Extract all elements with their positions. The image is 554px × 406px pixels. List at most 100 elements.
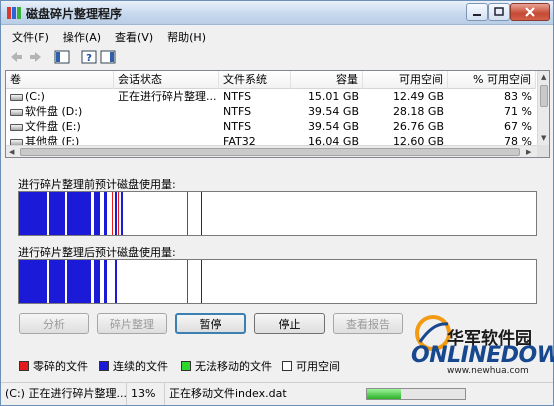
fragmented-file-stripe [112, 192, 113, 235]
volume-list[interactable]: 卷 会话状态 文件系统 容量 可用空间 % 可用空间 (C:) 正在进行碎片整理… [5, 70, 550, 158]
show-hide-console-tree-icon[interactable] [54, 49, 70, 65]
volume-session-status [114, 104, 219, 119]
contiguous-files-block [19, 260, 47, 303]
contiguous-files-block [67, 192, 91, 235]
menu-file[interactable]: 文件(F) [5, 26, 56, 46]
menu-action[interactable]: 操作(A) [56, 26, 108, 46]
defrag-app-icon [7, 7, 21, 19]
title-bar[interactable]: 磁盘碎片整理程序 [1, 1, 553, 25]
contiguous-files-block [201, 260, 202, 303]
scroll-corner [537, 145, 549, 157]
hard-drive-icon [10, 108, 23, 116]
status-volume: (C:) 正在进行碎片整理... [1, 383, 127, 405]
defrag-window: 磁盘碎片整理程序 文件(F) 操作(A) 查看(V) 帮助(H) ? 卷 会话状… [0, 0, 554, 406]
legend-swatch [282, 361, 292, 371]
legend-label: 无法移动的文件 [195, 360, 272, 373]
volume-session-status: 正在进行碎片整理... [118, 90, 217, 103]
defrag-progress-bar [366, 388, 466, 400]
contiguous-files-block [115, 192, 117, 235]
help-icon[interactable]: ? [81, 49, 97, 65]
volume-name: (C:) [6, 89, 114, 104]
forward-arrow-icon[interactable] [28, 49, 44, 65]
hard-drive-icon [10, 93, 23, 101]
legend-fragmented: 零碎的文件 [19, 359, 88, 373]
pause-button[interactable]: 暂停 [175, 313, 246, 334]
back-arrow-icon[interactable] [8, 49, 24, 65]
legend-label: 连续的文件 [113, 360, 168, 373]
volume-row[interactable]: 文件盘 (E:) NTFS 39.54 GB 26.76 GB 67 % [6, 119, 536, 134]
toolbar: ? [1, 46, 553, 68]
column-header-file-system[interactable]: 文件系统 [219, 71, 291, 89]
status-moving-file: 正在移动文件index.dat [169, 387, 287, 400]
column-header-capacity[interactable]: 容量 [291, 71, 363, 89]
scroll-right-icon[interactable]: ▶ [526, 148, 531, 156]
volume-list-header: 卷 会话状态 文件系统 容量 可用空间 % 可用空间 [6, 71, 536, 89]
legend-swatch [19, 361, 29, 371]
show-hide-action-pane-icon[interactable] [100, 49, 116, 65]
contiguous-files-block [94, 192, 100, 235]
analyze-button[interactable]: 分析 [19, 313, 89, 334]
volume-capacity: 39.54 GB [307, 105, 359, 118]
hard-drive-icon [10, 123, 23, 131]
contiguous-files-block [94, 260, 100, 303]
contiguous-files-block [121, 192, 123, 235]
menu-view[interactable]: 查看(V) [108, 26, 160, 46]
vertical-scrollbar[interactable]: ▲ ▼ [537, 71, 549, 145]
column-header-session-status[interactable]: 会话状态 [114, 71, 219, 89]
contiguous-files-block [67, 260, 91, 303]
fragmented-file-stripe [187, 192, 188, 235]
progress-fill [367, 389, 402, 399]
volume-free-space: 28.18 GB [392, 105, 444, 118]
volume-row[interactable]: 软件盘 (D:) NTFS 39.54 GB 28.18 GB 71 % [6, 104, 536, 119]
after-usage-label: 进行碎片整理后预计磁盘使用量: [18, 246, 176, 259]
status-bar: (C:) 正在进行碎片整理... 13% 正在移动文件index.dat [1, 382, 553, 405]
before-usage-map [18, 191, 537, 236]
fragmented-file-stripe [187, 260, 188, 303]
status-percent: 13% [127, 383, 165, 405]
watermark-url: www.newhua.com [447, 366, 529, 376]
contiguous-files-block [104, 192, 107, 235]
volume-free-space: 12.49 GB [392, 90, 444, 103]
fragmented-file-stripe [118, 192, 119, 235]
horizontal-scroll-thumb[interactable] [20, 148, 520, 156]
contiguous-files-block [19, 192, 47, 235]
legend-label: 可用空间 [296, 360, 340, 373]
column-header-free-space[interactable]: 可用空间 [363, 71, 448, 89]
volume-row[interactable]: (C:) 正在进行碎片整理... NTFS 15.01 GB 12.49 GB … [6, 89, 536, 104]
defragment-button[interactable]: 碎片整理 [97, 313, 167, 334]
horizontal-scrollbar[interactable]: ◀ ▶ [6, 145, 537, 157]
volume-percent-free: 71 % [504, 105, 532, 118]
scroll-left-icon[interactable]: ◀ [9, 148, 14, 156]
svg-text:?: ? [86, 53, 92, 64]
volume-file-system: NTFS [223, 120, 252, 133]
volume-file-system: NTFS [223, 105, 252, 118]
legend-contiguous: 连续的文件 [99, 359, 168, 373]
menu-bar: 文件(F) 操作(A) 查看(V) 帮助(H) [1, 26, 553, 46]
volume-file-system: NTFS [223, 90, 252, 103]
column-header-volume[interactable]: 卷 [6, 71, 114, 89]
volume-percent-free: 67 % [504, 120, 532, 133]
legend-unmovable: 无法移动的文件 [181, 359, 272, 373]
scroll-up-icon[interactable]: ▲ [541, 73, 546, 81]
vertical-scroll-thumb[interactable] [540, 85, 548, 107]
volume-name: 文件盘 (E:) [6, 119, 114, 134]
legend-label: 零碎的文件 [33, 360, 88, 373]
close-icon [525, 7, 535, 17]
stop-button[interactable]: 停止 [254, 313, 325, 334]
minimize-icon [473, 14, 481, 16]
maximize-button[interactable] [488, 3, 510, 21]
close-button[interactable] [510, 3, 550, 21]
menu-help[interactable]: 帮助(H) [160, 26, 213, 46]
window-title: 磁盘碎片整理程序 [26, 7, 123, 21]
volume-capacity: 15.01 GB [307, 90, 359, 103]
volume-label: 软件盘 (D:) [25, 105, 83, 118]
volume-label: 文件盘 (E:) [25, 120, 81, 133]
volume-capacity: 39.54 GB [307, 120, 359, 133]
minimize-button[interactable] [466, 3, 488, 21]
column-header-percent-free[interactable]: % 可用空间 [448, 71, 536, 89]
after-usage-map [18, 259, 537, 304]
scroll-down-icon[interactable]: ▼ [541, 134, 546, 142]
contiguous-files-block [104, 260, 107, 303]
view-report-button[interactable]: 查看报告 [333, 313, 403, 334]
volume-name: 软件盘 (D:) [6, 104, 114, 119]
